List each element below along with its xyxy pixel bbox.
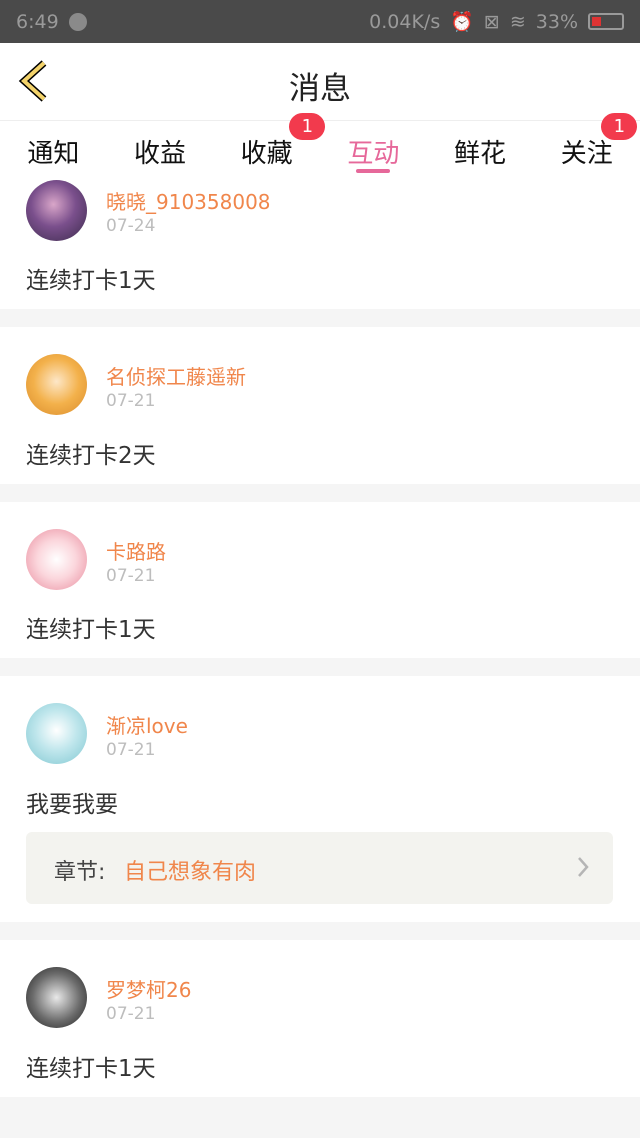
- avatar[interactable]: [26, 703, 87, 764]
- tab-earnings[interactable]: 收益: [107, 121, 214, 181]
- message-card[interactable]: 卡路路 07-21 连续打卡1天: [0, 502, 640, 658]
- status-bar: 6:49 0.04K/s ⏰ ⊠ ≋ 33%: [0, 0, 640, 43]
- divider: [0, 658, 640, 676]
- divider: [0, 922, 640, 940]
- globe-icon: [68, 12, 87, 31]
- message-date: 07-24: [106, 216, 156, 236]
- avatar[interactable]: [26, 529, 87, 590]
- message-date: 07-21: [106, 566, 156, 586]
- tab-flowers[interactable]: 鲜花: [427, 121, 534, 181]
- wifi-icon: ≋: [509, 10, 526, 33]
- tab-label: 互动: [347, 139, 400, 169]
- battery-icon: [588, 13, 624, 30]
- user-name[interactable]: 卡路路: [106, 536, 166, 565]
- tab-label: 鲜花: [454, 139, 507, 169]
- tab-label: 收藏: [240, 139, 293, 169]
- divider: [0, 309, 640, 327]
- tab-favorites[interactable]: 收藏 1: [213, 113, 326, 181]
- message-card[interactable]: 晓晓_910358008 07-24 连续打卡1天: [0, 180, 640, 309]
- divider: [0, 1097, 640, 1115]
- message-card[interactable]: 罗梦柯26 07-21 连续打卡1天: [0, 940, 640, 1097]
- message-content: 我要我要: [26, 792, 118, 818]
- message-card[interactable]: 名侦探工藤遥新 07-21 连续打卡2天: [0, 327, 640, 484]
- tab-bar: 通知 收益 收藏 1 互动 鲜花 关注 1: [0, 113, 640, 181]
- message-content: 连续打卡2天: [26, 443, 156, 469]
- chapter-label: 章节:: [54, 860, 106, 885]
- tab-label: 关注: [560, 139, 613, 169]
- chapter-link[interactable]: 章节: 自己想象有肉: [26, 832, 613, 904]
- user-name[interactable]: 晓晓_910358008: [106, 186, 271, 215]
- battery-percent: 33%: [535, 10, 578, 33]
- message-list: 晓晓_910358008 07-24 连续打卡1天 名侦探工藤遥新 07-21 …: [0, 180, 640, 1115]
- divider: [0, 484, 640, 502]
- follow-badge: 1: [601, 113, 638, 140]
- tab-notifications[interactable]: 通知: [0, 121, 107, 181]
- chevron-right-icon: [578, 857, 589, 877]
- message-date: 07-21: [106, 740, 156, 760]
- user-name[interactable]: 名侦探工藤遥新: [106, 361, 246, 390]
- page-title: 消息: [289, 71, 351, 107]
- status-time: 6:49: [16, 10, 59, 33]
- user-name[interactable]: 罗梦柯26: [106, 974, 191, 1003]
- message-content: 连续打卡1天: [26, 268, 156, 294]
- tab-label: 收益: [134, 139, 187, 169]
- avatar[interactable]: [26, 180, 87, 241]
- user-name[interactable]: 渐凉love: [106, 710, 188, 739]
- message-date: 07-21: [106, 1004, 156, 1024]
- avatar[interactable]: [26, 967, 87, 1028]
- network-speed: 0.04K/s: [369, 10, 441, 33]
- tab-follow[interactable]: 关注 1: [533, 113, 640, 181]
- message-date: 07-21: [106, 391, 156, 411]
- avatar[interactable]: [26, 354, 87, 415]
- header: 消息: [0, 43, 640, 121]
- active-tab-indicator: [356, 169, 391, 173]
- message-content: 连续打卡1天: [26, 617, 156, 643]
- sim-off-icon: ⊠: [483, 10, 500, 33]
- alarm-icon: ⏰: [450, 11, 474, 33]
- message-card[interactable]: 渐凉love 07-21 我要我要 章节: 自己想象有肉: [0, 676, 640, 922]
- chapter-title: 自己想象有肉: [124, 860, 257, 885]
- tab-interaction[interactable]: 互动: [320, 121, 427, 181]
- message-content: 连续打卡1天: [26, 1056, 156, 1082]
- tab-label: 通知: [27, 139, 80, 169]
